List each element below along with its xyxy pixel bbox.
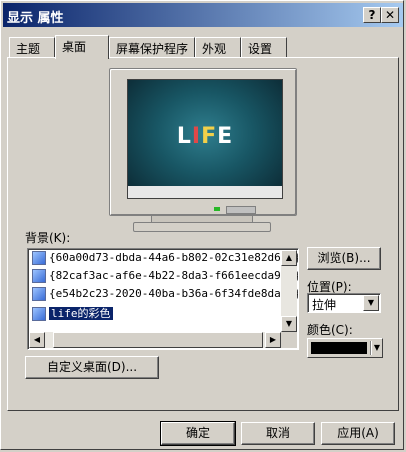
scroll-corner xyxy=(281,332,297,348)
title-bar: 显示 属性 ? ✕ xyxy=(3,3,403,27)
color-swatch xyxy=(311,342,367,354)
tab-settings[interactable]: 设置 xyxy=(241,37,287,57)
background-list[interactable]: {60a00d73-dbda-44a6-b802-02c31e82d61e} {… xyxy=(27,248,299,350)
wallpaper-logo: LIFE xyxy=(176,124,234,149)
image-file-icon xyxy=(32,287,46,301)
preview-taskbar xyxy=(128,186,282,198)
browse-button[interactable]: 浏览(B)... xyxy=(307,247,381,270)
display-properties-window: 显示 属性 ? ✕ 主题 桌面 屏幕保护程序 外观 设置 LIFE 背景(K):… xyxy=(0,0,404,450)
tab-screensaver[interactable]: 屏幕保护程序 xyxy=(109,37,195,57)
ok-button[interactable]: 确定 xyxy=(160,421,236,446)
scroll-thumb[interactable] xyxy=(53,332,263,348)
position-select[interactable]: 拉伸 ▼ xyxy=(307,293,381,313)
list-item[interactable]: {82caf3ac-af6e-4b22-8da3-f661eecda9c6} xyxy=(32,269,298,287)
cancel-button[interactable]: 取消 xyxy=(241,422,315,445)
position-value: 拉伸 xyxy=(312,298,337,312)
image-file-icon xyxy=(32,307,46,321)
tab-appearance[interactable]: 外观 xyxy=(195,37,241,57)
scroll-left-icon[interactable]: ◀ xyxy=(29,332,45,348)
scroll-up-icon[interactable]: ▲ xyxy=(281,250,297,266)
list-item[interactable]: {e54b2c23-2020-40ba-b36a-6f34fde8da3b} xyxy=(32,287,298,305)
desktop-preview-screen: LIFE xyxy=(127,79,283,199)
color-picker-button[interactable]: ▼ xyxy=(307,338,383,358)
list-item-selected[interactable]: life的彩色 xyxy=(32,305,113,323)
monitor-preview: LIFE xyxy=(109,68,297,216)
apply-button[interactable]: 应用(A) xyxy=(321,422,395,445)
close-button[interactable]: ✕ xyxy=(381,7,399,23)
background-label: 背景(K): xyxy=(25,231,71,245)
divider xyxy=(370,341,371,355)
monitor-button-icon xyxy=(226,206,256,214)
vertical-scrollbar[interactable]: ▲ ▼ xyxy=(281,250,297,332)
image-file-icon xyxy=(32,269,46,283)
tab-desktop[interactable]: 桌面 xyxy=(55,35,109,59)
scroll-right-icon[interactable]: ▶ xyxy=(265,332,281,348)
list-item[interactable]: {60a00d73-dbda-44a6-b802-02c31e82d61e} xyxy=(32,251,298,269)
monitor-base xyxy=(133,222,271,232)
customize-desktop-button[interactable]: 自定义桌面(D)... xyxy=(25,356,159,379)
tab-themes[interactable]: 主题 xyxy=(9,37,55,57)
power-led-icon xyxy=(214,207,220,211)
help-button[interactable]: ? xyxy=(363,7,381,23)
scroll-down-icon[interactable]: ▼ xyxy=(281,316,297,332)
window-title: 显示 属性 xyxy=(7,11,64,26)
chevron-down-icon: ▼ xyxy=(373,343,381,352)
color-label: 颜色(C): xyxy=(307,323,353,337)
horizontal-scrollbar[interactable]: ◀ ▶ xyxy=(29,332,281,348)
image-file-icon xyxy=(32,251,46,265)
chevron-down-icon[interactable]: ▼ xyxy=(363,295,379,311)
